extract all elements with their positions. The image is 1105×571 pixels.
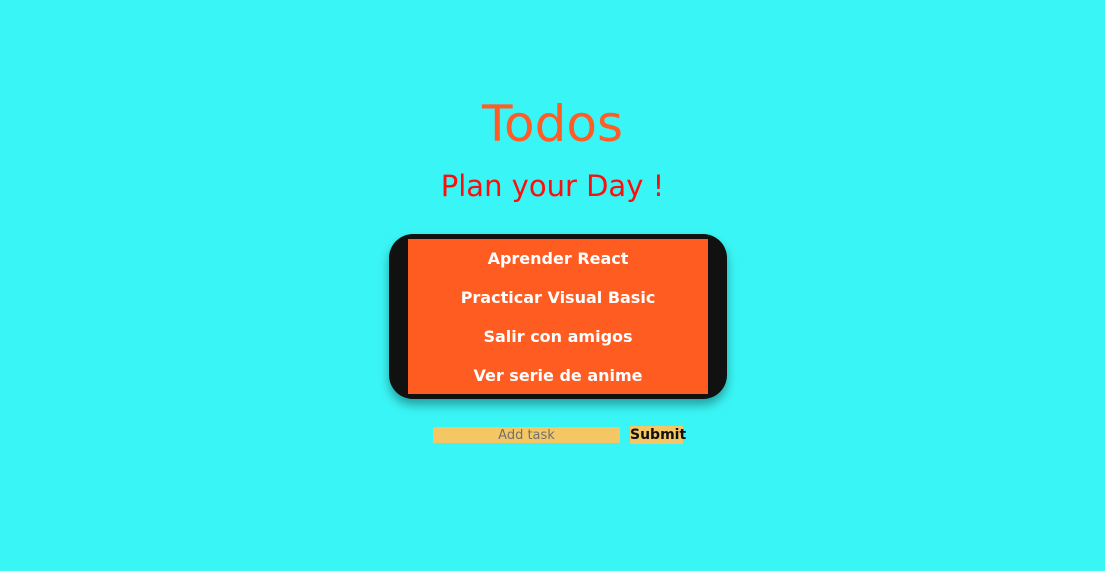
page-title: Todos [481, 95, 623, 153]
todo-item[interactable]: Salir con amigos [408, 317, 708, 356]
page-subtitle: Plan your Day ! [440, 169, 665, 203]
submit-button[interactable]: Submit [630, 426, 686, 444]
todo-item[interactable]: Aprender React [408, 239, 708, 278]
todo-item[interactable]: Ver serie de anime [408, 356, 708, 395]
todo-list-frame: Aprender React Practicar Visual Basic Sa… [389, 234, 727, 399]
add-task-input[interactable] [433, 427, 620, 443]
todo-app: Todos Plan your Day ! Aprender React Pra… [0, 0, 1105, 571]
add-task-form: Submit [433, 426, 693, 444]
todo-item[interactable]: Practicar Visual Basic [408, 278, 708, 317]
todo-list: Aprender React Practicar Visual Basic Sa… [408, 239, 708, 394]
